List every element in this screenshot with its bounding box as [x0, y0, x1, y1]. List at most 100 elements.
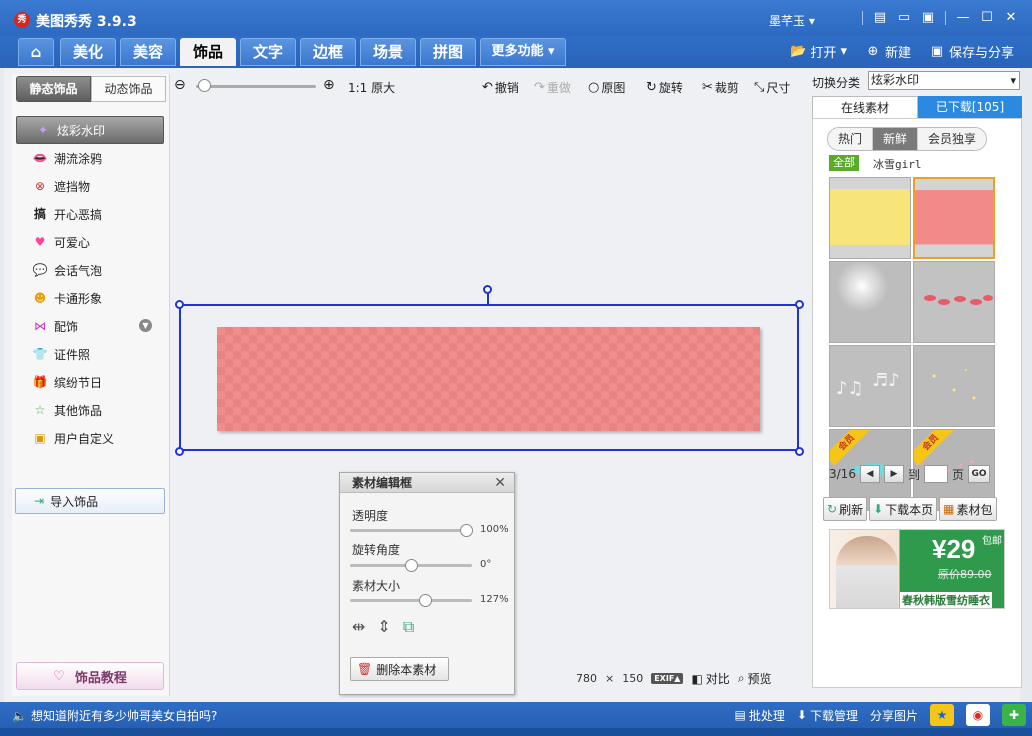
resize-handle-bottom-left[interactable] — [175, 447, 184, 456]
batch-button[interactable]: ▤ 批处理 — [735, 707, 785, 724]
minimize-icon[interactable]: — — [952, 9, 974, 27]
pager: 3/16 ◀ ▶ 到 页 GO — [829, 465, 990, 483]
download-page-button[interactable]: ⬇ 下载本页 — [869, 497, 938, 521]
page-number-input[interactable] — [923, 465, 948, 483]
resize-handle-top-left[interactable] — [175, 300, 184, 309]
qzone-icon[interactable]: ★ — [930, 704, 954, 726]
category-item[interactable]: ♥ 可爱心 — [14, 228, 168, 256]
undo-button[interactable]: ↶ 撤销 — [482, 79, 519, 96]
next-page-icon[interactable]: ▶ — [883, 465, 904, 483]
crop-button[interactable]: ✂ 裁剪 — [702, 79, 739, 96]
tab-scene[interactable]: 场景 — [360, 38, 416, 66]
tab-accessories[interactable]: 饰品 — [180, 38, 236, 66]
tag-all[interactable]: 全部 — [829, 155, 859, 171]
message-icon[interactable]: ▭ — [893, 9, 915, 27]
filter-hot[interactable]: 热门 — [828, 128, 874, 150]
size-button[interactable]: ⤡ 尺寸 — [754, 79, 790, 96]
bow-icon: ⋈ — [34, 319, 46, 333]
category-item[interactable]: 🎁 缤纷节日 — [14, 368, 168, 396]
flip-horizontal-icon[interactable]: ⇹ — [352, 617, 365, 637]
category-select[interactable]: 炫彩水印 — [868, 71, 1020, 90]
category-item[interactable]: ✦ 炫彩水印 — [16, 116, 164, 144]
user-menu[interactable]: 墨芊玉 ▾ — [769, 12, 815, 29]
tab-beauty[interactable]: 美容 — [120, 38, 176, 66]
material-thumb[interactable] — [913, 177, 995, 259]
zoom-slider-knob[interactable] — [198, 79, 211, 92]
close-icon[interactable]: ✕ — [1000, 9, 1022, 27]
dropdown-menu-icon[interactable]: ▣ — [917, 9, 939, 27]
import-accessory-button[interactable]: ⇥ 导入饰品 — [15, 488, 165, 514]
rotate-button[interactable]: ↻ 旋转 — [646, 79, 683, 96]
category-item[interactable]: ☻ 卡通形象 — [14, 284, 168, 312]
tab-downloaded[interactable]: 已下载[105] — [918, 96, 1022, 118]
tab-more[interactable]: 更多功能 ▾ — [480, 38, 566, 66]
tab-collage[interactable]: 拼图 — [420, 38, 476, 66]
exif-button[interactable]: EXIF▲ — [651, 673, 684, 684]
chevron-down-icon[interactable]: ▾ — [840, 44, 847, 59]
scale-slider-knob[interactable] — [419, 594, 432, 607]
tag-snow-girl[interactable]: 冰雪girl — [873, 156, 922, 172]
copy-layer-icon[interactable]: ⧉ — [403, 617, 414, 637]
scale-slider-track[interactable] — [350, 599, 472, 602]
go-button[interactable]: GO — [967, 465, 990, 483]
flip-vertical-icon[interactable]: ⇕ — [377, 617, 390, 637]
tab-border[interactable]: 边框 — [300, 38, 356, 66]
category-item[interactable]: ▣ 用户自定义 — [14, 424, 168, 452]
rotation-slider-knob[interactable] — [405, 559, 418, 572]
ad-banner[interactable]: ¥29 包邮 原价89.00 春秋韩版雪纺睡衣 — [829, 529, 1005, 609]
undo-label: 撤销 — [494, 81, 519, 95]
chevron-down-icon[interactable]: ▼ — [139, 319, 152, 332]
renren-icon[interactable]: ✚ — [1002, 704, 1026, 726]
maximize-icon[interactable]: ☐ — [976, 9, 998, 27]
material-thumb[interactable] — [913, 261, 995, 343]
category-item[interactable]: 💬 会话气泡 — [14, 256, 168, 284]
rotation-handle[interactable] — [483, 285, 492, 294]
category-item[interactable]: 搞开心恶搞 — [14, 200, 168, 228]
material-thumb[interactable] — [829, 177, 911, 259]
zoom-out-icon[interactable]: ⊖ — [174, 77, 186, 93]
material-package-button[interactable]: ▦ 素材包 — [939, 497, 997, 521]
category-item[interactable]: ☆ 其他饰品 — [14, 396, 168, 424]
material-thumb[interactable]: ♪♫ ♬♪ — [829, 345, 911, 427]
subtab-dynamic[interactable]: 动态饰品 — [91, 76, 166, 102]
material-thumb[interactable] — [829, 261, 911, 343]
save-share-button[interactable]: ▣ 保存与分享 — [929, 42, 1014, 62]
opacity-slider-knob[interactable] — [460, 524, 473, 537]
subtab-static[interactable]: 静态饰品 — [16, 76, 91, 102]
category-item[interactable]: 👄 潮流涂鸦 — [14, 144, 168, 172]
tab-text[interactable]: 文字 — [240, 38, 296, 66]
resize-handle-bottom-right[interactable] — [795, 447, 804, 456]
category-item[interactable]: ⊗ 遮挡物 — [14, 172, 168, 200]
new-button[interactable]: ⊕ 新建 — [865, 42, 911, 62]
category-item[interactable]: ⋈ 配饰 ▼ — [14, 312, 168, 340]
category-item[interactable]: 👕 证件照 — [14, 340, 168, 368]
share-image-button[interactable]: 分享图片 — [870, 707, 918, 724]
weibo-icon[interactable]: ◉ — [966, 704, 990, 726]
edit-panel-header[interactable]: 素材编辑框 ✕ — [340, 473, 514, 493]
opacity-slider-track[interactable] — [350, 529, 472, 532]
feedback-icon[interactable]: ▤ — [869, 9, 891, 27]
resize-handle-top-right[interactable] — [795, 300, 804, 309]
zoom-slider-track[interactable] — [196, 85, 316, 88]
preview-button[interactable]: ⌕ 预览 — [738, 670, 772, 687]
zoom-in-icon[interactable]: ⊕ — [323, 77, 335, 93]
filter-vip[interactable]: 会员独享 — [918, 128, 987, 150]
close-icon[interactable]: ✕ — [494, 473, 506, 493]
material-thumb[interactable] — [913, 345, 995, 427]
prev-page-icon[interactable]: ◀ — [859, 465, 880, 483]
original-button[interactable]: ○ 原图 — [588, 79, 625, 96]
download-manager-button[interactable]: ⬇ 下载管理 — [797, 707, 858, 724]
delete-material-button[interactable]: 🗑 删除本素材 — [350, 657, 449, 681]
tab-beautify[interactable]: 美化 — [60, 38, 116, 66]
tutorial-button[interactable]: ♡ 饰品教程 — [16, 662, 164, 690]
original-size-button[interactable]: 1:1 原大 — [348, 79, 395, 96]
watermark-material[interactable] — [217, 327, 760, 431]
refresh-button[interactable]: ↻ 刷新 — [823, 497, 868, 521]
home-icon[interactable]: ⌂ — [18, 38, 54, 66]
tab-online-materials[interactable]: 在线素材 — [812, 96, 918, 118]
filter-new[interactable]: 新鲜 — [873, 128, 919, 150]
tip-link[interactable]: 🔈 想知道附近有多少帅哥美女自拍吗? — [12, 707, 217, 724]
redo-button[interactable]: ↷ 重做 — [534, 79, 571, 96]
open-button[interactable]: 📂 打开 ▾ — [790, 42, 847, 62]
compare-button[interactable]: ◧ 对比 — [691, 670, 729, 687]
